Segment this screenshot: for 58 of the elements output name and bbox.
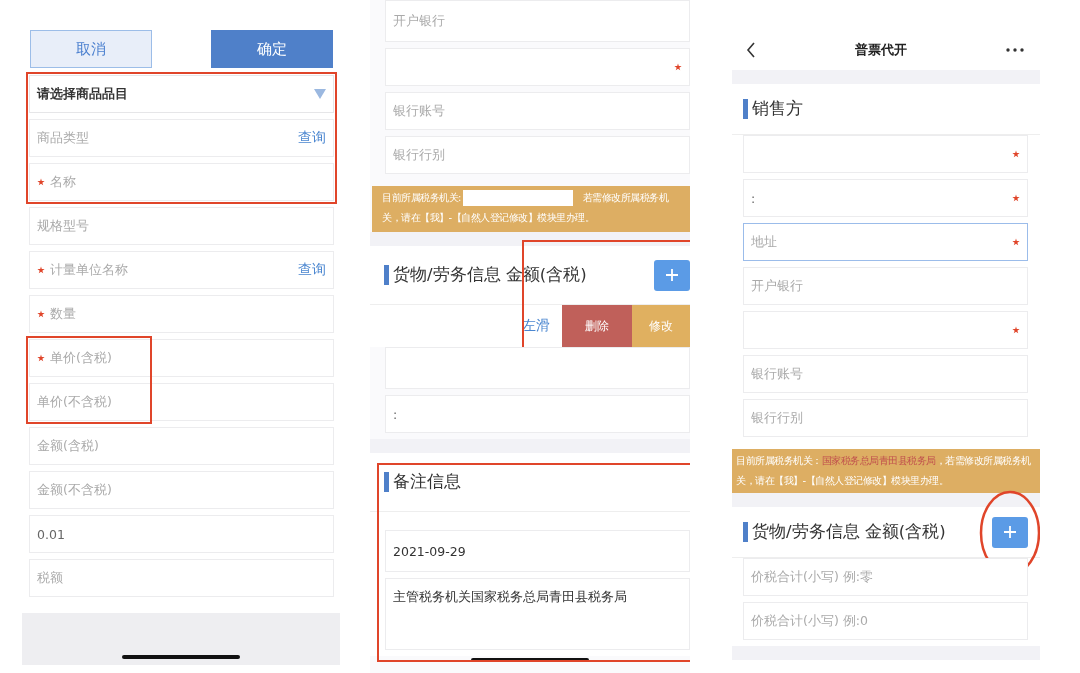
- input-field[interactable]: 税额: [29, 559, 334, 597]
- section-title: 货物/劳务信息 金额(含税): [752, 521, 946, 543]
- dropdown-triangle-icon: [314, 89, 326, 99]
- input-field[interactable]: 金额(不含税): [29, 471, 334, 509]
- input-field[interactable]: 金额(含税): [29, 427, 334, 465]
- input-field[interactable]: 2021-09-29: [385, 530, 690, 572]
- input-field[interactable]: 价税合计(小写) 例:0: [743, 602, 1028, 640]
- plus-icon: [1003, 525, 1017, 539]
- notice-text: ，若需修改所属税务机: [935, 454, 1031, 468]
- plus-icon: [665, 268, 679, 282]
- notice-text: 目前所属税务机关：: [736, 454, 822, 468]
- more-icon[interactable]: [1006, 48, 1024, 52]
- notice-text: 若需修改所属税务机: [582, 191, 669, 205]
- query-link[interactable]: 查询: [298, 129, 326, 147]
- input-field[interactable]: 数量: [29, 295, 334, 333]
- input-field[interactable]: 商品类型 查询: [29, 119, 334, 157]
- confirm-button[interactable]: 确定: [211, 30, 333, 68]
- tax-office-name: 国家税务总局青田县税务局: [821, 454, 936, 468]
- delete-button[interactable]: 删除: [562, 305, 632, 347]
- input-field[interactable]: [385, 347, 690, 389]
- notice-text: 目前所属税务机关:: [382, 191, 461, 205]
- input-field[interactable]: 地址: [743, 223, 1028, 261]
- page-title: 普票代开: [855, 41, 907, 59]
- input-field[interactable]: 银行账号: [385, 92, 690, 130]
- accent-bar: [743, 522, 748, 542]
- input-field[interactable]: :: [385, 395, 690, 433]
- accent-bar: [384, 265, 389, 285]
- input-field[interactable]: [743, 311, 1028, 349]
- select-field[interactable]: 请选择商品品目: [29, 75, 334, 113]
- text-area[interactable]: 主管税务机关国家税务总局青田县税务局: [385, 578, 690, 650]
- section-title: 销售方: [752, 98, 803, 120]
- input-field[interactable]: 银行行别: [743, 399, 1028, 437]
- input-field[interactable]: 开户银行: [743, 267, 1028, 305]
- input-field[interactable]: 单价(不含税): [29, 383, 334, 421]
- add-button[interactable]: [992, 516, 1028, 548]
- input-field[interactable]: 银行账号: [743, 355, 1028, 393]
- add-button[interactable]: [654, 259, 690, 291]
- input-field[interactable]: 规格型号: [29, 207, 334, 245]
- back-icon[interactable]: [746, 42, 756, 58]
- input-field[interactable]: 名称: [29, 163, 334, 201]
- input-field[interactable]: 单价(含税): [29, 339, 334, 377]
- input-field[interactable]: 计量单位名称 查询: [29, 251, 334, 289]
- input-field[interactable]: 价税合计(小写) 例:零: [743, 558, 1028, 596]
- accent-bar: [384, 472, 389, 492]
- input-field[interactable]: [385, 48, 690, 86]
- input-field[interactable]: [743, 135, 1028, 173]
- input-field[interactable]: 0.01: [29, 515, 334, 553]
- input-field[interactable]: :: [743, 179, 1028, 217]
- input-field[interactable]: 银行行别: [385, 136, 690, 174]
- cancel-button[interactable]: 取消: [30, 30, 152, 68]
- notice-text: 关，请在【我】-【自然人登记修改】模块里办理。: [382, 211, 595, 225]
- notice-text: 关，请在【我】-【自然人登记修改】模块里办理。: [736, 474, 949, 488]
- section-title: 货物/劳务信息 金额(含税): [393, 264, 587, 286]
- accent-bar: [743, 99, 748, 119]
- section-title: 备注信息: [393, 471, 461, 493]
- query-link[interactable]: 查询: [298, 261, 326, 279]
- edit-button[interactable]: 修改: [632, 305, 690, 347]
- input-field[interactable]: 开户银行: [385, 0, 690, 42]
